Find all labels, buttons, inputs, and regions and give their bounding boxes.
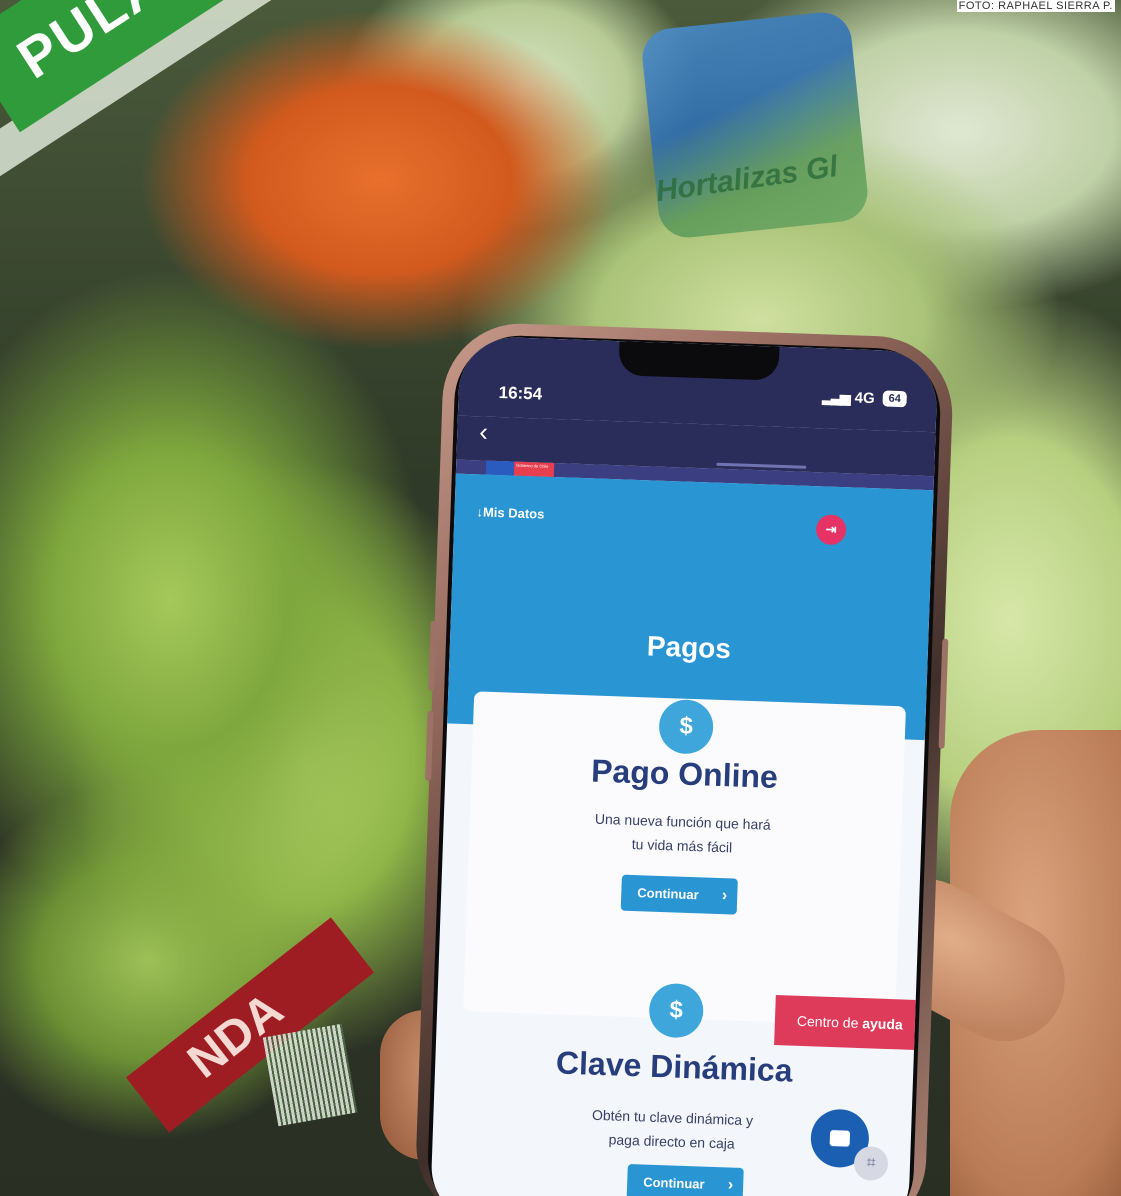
phone-screen: 16:54 ▂▃▅ 4G 64 ‹ Gobierno de Chile ↓Mis… bbox=[429, 335, 939, 1196]
back-chevron-icon[interactable]: ‹ bbox=[479, 416, 489, 446]
volume-up-button bbox=[428, 620, 437, 691]
clave-dinamica-title: Clave Dinámica bbox=[555, 1044, 794, 1089]
photo-credit: FOTO: RAPHAEL SIERRA P. bbox=[956, 0, 1115, 12]
mis-datos-link[interactable]: ↓Mis Datos bbox=[476, 504, 544, 521]
button-label: Continuar bbox=[637, 885, 699, 903]
gov-label: Gobierno de Chile bbox=[516, 462, 549, 469]
battery-icon: 64 bbox=[882, 390, 907, 408]
chevron-right-icon: › bbox=[727, 1176, 734, 1194]
volume-down-button bbox=[425, 710, 434, 781]
clave-dinamica-continue-button[interactable]: Continuar › bbox=[626, 1163, 744, 1196]
chevron-right-icon: › bbox=[721, 887, 728, 905]
help-center-button[interactable]: Centro de ayuda bbox=[774, 995, 936, 1051]
chat-glyph bbox=[829, 1130, 851, 1147]
background-photo: PULACIÓN Hortalizas Gl NDA 16:54 ▂▃▅ 4G … bbox=[0, 0, 1121, 1196]
pago-online-continue-button[interactable]: Continuar › bbox=[620, 874, 738, 915]
barcode bbox=[262, 1023, 358, 1127]
key-phone-icon: $ bbox=[648, 982, 705, 1039]
status-time: 16:54 bbox=[498, 383, 543, 404]
help-bold: ayuda bbox=[862, 1015, 904, 1033]
network-type: 4G bbox=[854, 389, 876, 408]
flag-blue bbox=[485, 460, 515, 476]
signal-bars-icon: ▂▃▅ bbox=[822, 388, 850, 406]
scan-icon[interactable]: ⌗ bbox=[853, 1145, 889, 1182]
help-prefix: Centro de bbox=[796, 1012, 863, 1032]
button-label: Continuar bbox=[642, 1174, 705, 1192]
smartphone: 16:54 ▂▃▅ 4G 64 ‹ Gobierno de Chile ↓Mis… bbox=[413, 321, 955, 1196]
notch bbox=[618, 341, 780, 381]
